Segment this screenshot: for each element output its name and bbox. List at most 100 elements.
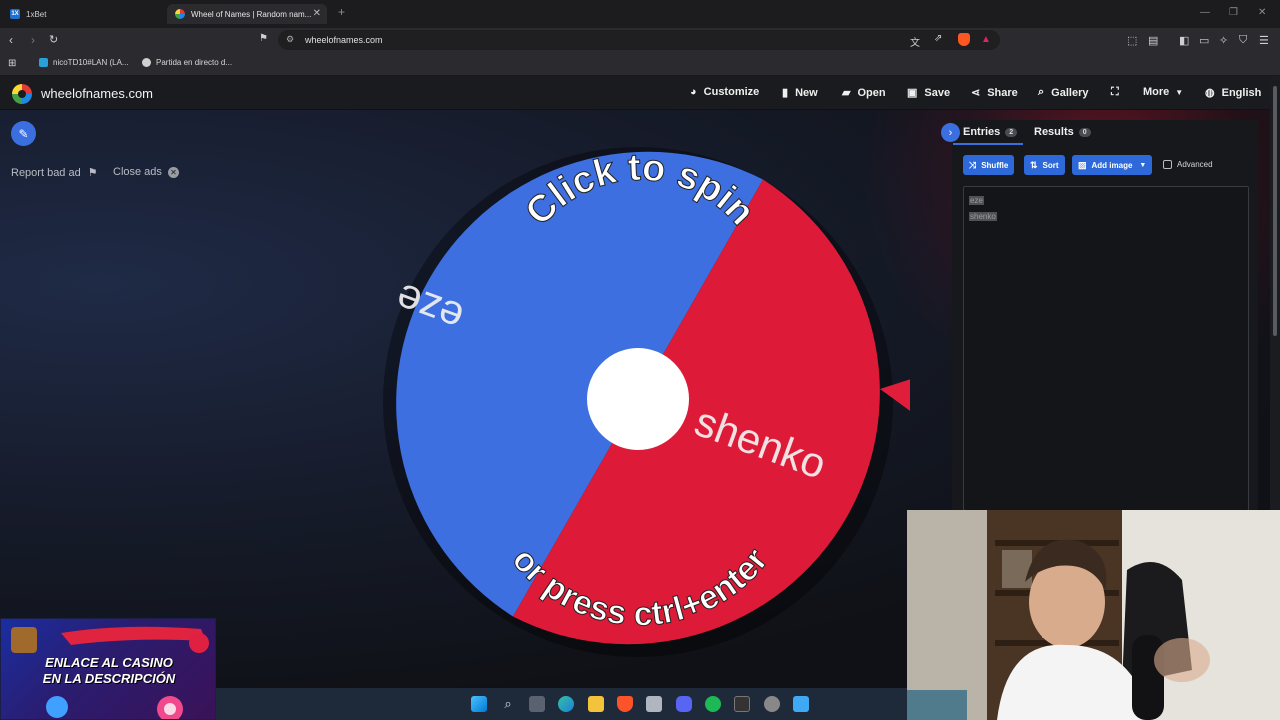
task-view-icon[interactable] (529, 696, 545, 712)
sort-label: Sort (1042, 160, 1059, 170)
new-tab-icon[interactable]: + (338, 5, 345, 19)
close-ads-label: Close ads (113, 166, 162, 178)
bookmark-item[interactable]: Partida en directo d... (142, 58, 232, 67)
forward-icon[interactable]: › (31, 33, 35, 47)
wallet-icon[interactable]: ▭ (1199, 34, 1209, 47)
share-label: Share (987, 86, 1018, 99)
ai-icon[interactable]: ✧ (1219, 34, 1228, 47)
extensions-icon[interactable]: ⬚ (1127, 34, 1137, 47)
results-count-badge: 0 (1078, 127, 1091, 137)
share-icon: ⋖ (971, 87, 981, 99)
results-tab-label: Results (1034, 126, 1074, 138)
vpn-icon[interactable]: ⛉ (1239, 34, 1247, 47)
logo-icon[interactable] (12, 84, 32, 104)
entry-line: shenko (969, 212, 997, 221)
save-label: Save (924, 86, 951, 99)
language-button[interactable]: ◍ English (1205, 86, 1261, 100)
caret-down-icon: ▼ (1139, 161, 1147, 169)
file-icon: ▮ (782, 87, 789, 99)
settings-icon[interactable] (764, 696, 780, 712)
gallery-button[interactable]: ⌕ Gallery (1038, 86, 1088, 99)
brave-icon[interactable] (617, 696, 633, 712)
terminal-icon[interactable] (734, 696, 750, 712)
entries-textarea[interactable] (963, 186, 1249, 511)
brave-shield-icon[interactable] (958, 33, 970, 46)
save-button[interactable]: ▣ Save (907, 86, 951, 100)
back-icon[interactable]: ‹ (9, 33, 13, 47)
tab-entries[interactable]: Entries 2 (963, 126, 1018, 138)
scroll-thumb[interactable] (1273, 86, 1277, 336)
apps-grid-icon[interactable]: ⊞ (8, 58, 16, 69)
webcam-overlay (907, 510, 1280, 720)
reload-icon[interactable]: ↻ (49, 33, 58, 46)
gallery-label: Gallery (1051, 86, 1089, 99)
open-button[interactable]: ▰ Open (842, 86, 886, 100)
discord-icon[interactable] (676, 696, 692, 712)
l-favicon-icon (39, 58, 48, 67)
share-button[interactable]: ⋖ Share (971, 86, 1018, 100)
flag-icon: ⚑ (87, 167, 98, 179)
shuffle-button[interactable]: ⤨ Shuffle (963, 155, 1015, 175)
casino-ad-overlay[interactable]: ENLACE AL CASINO EN LA DESCRIPCIÓN (0, 618, 216, 720)
sort-button[interactable]: ⇅ Sort (1024, 155, 1065, 175)
search-icon[interactable]: ⌕ (500, 696, 516, 712)
report-bad-ad-link[interactable]: Report bad ad ⚑ (11, 166, 98, 179)
globe-icon: ◍ (1205, 87, 1215, 99)
new-button[interactable]: ▮ New (782, 86, 818, 100)
menu-icon[interactable]: ☰ (1259, 34, 1269, 47)
more-label: More (1143, 86, 1170, 98)
sort-icon: ⇅ (1030, 159, 1038, 170)
url-text: wheelofnames.com (305, 35, 383, 45)
casino-ad-line2: EN LA DESCRIPCIÓN (42, 671, 176, 686)
tab-wheel-of-names[interactable]: Wheel of Names | Random nam... ✕ (167, 4, 327, 24)
logo-text[interactable]: wheelofnames.com (41, 86, 153, 101)
bookmark-icon[interactable]: ⚑ (259, 33, 268, 44)
tab-label: Wheel of Names | Random nam... (191, 9, 312, 19)
sidebar-icon[interactable]: ◧ (1179, 34, 1189, 47)
entries-count-badge: 2 (1005, 127, 1018, 137)
advanced-checkbox[interactable] (1163, 160, 1172, 169)
bookmark-label: Partida en directo d... (156, 58, 233, 67)
search-icon: ⌕ (1038, 86, 1045, 98)
site-header: wheelofnames.com ◕ Customize ▮ New ▰ Ope… (0, 76, 1270, 110)
add-image-label: Add image (1091, 160, 1133, 170)
shuffle-label: Shuffle (981, 160, 1009, 170)
folder-open-icon: ▰ (842, 87, 851, 99)
windows-start-icon[interactable] (471, 696, 487, 712)
maximize-icon[interactable]: ❐ (1229, 7, 1238, 18)
notepad-icon[interactable] (793, 696, 809, 712)
tab-1xbet[interactable]: 1X 1xBet (2, 4, 162, 24)
edit-button[interactable]: ✎ (11, 121, 36, 146)
minimize-icon[interactable]: — (1200, 7, 1210, 18)
tab-label: 1xBet (26, 9, 47, 19)
entry-line: eze (969, 196, 984, 205)
bookmark-item[interactable]: nicoTD10#LAN (LA... (39, 58, 129, 67)
add-image-button[interactable]: ▨ Add image ▼ (1072, 155, 1153, 175)
rewards-icon[interactable]: ▲ (981, 34, 991, 45)
wheel[interactable]: eze shenko Click to spin or press ctrl+e… (370, 130, 910, 670)
wheel-center[interactable] (587, 348, 689, 450)
fullscreen-button[interactable]: ⛶ (1111, 86, 1119, 99)
collapse-panel-button[interactable]: › (941, 123, 960, 142)
tab-search-icon[interactable]: ▤ (1148, 34, 1158, 47)
translate-icon[interactable]: 文 (910, 34, 920, 49)
url-bar[interactable]: ⚙ wheelofnames.com 文 ⇗ ▲ (278, 30, 1000, 50)
edge-icon[interactable] (558, 696, 574, 712)
more-button[interactable]: More ▼ (1143, 86, 1183, 98)
file-explorer-icon[interactable] (588, 696, 604, 712)
close-window-icon[interactable]: ✕ (1258, 7, 1266, 18)
report-ad-label: Report bad ad (11, 167, 81, 179)
spotify-icon[interactable] (705, 696, 721, 712)
1xbet-favicon-icon: 1X (10, 9, 20, 19)
store-icon[interactable] (646, 696, 662, 712)
image-icon: ▨ (1078, 159, 1087, 170)
palette-icon: ◕ (690, 86, 697, 98)
customize-label: Customize (703, 86, 760, 98)
share-page-icon[interactable]: ⇗ (934, 33, 942, 44)
close-tab-icon[interactable]: ✕ (313, 8, 321, 19)
active-tab-indicator (953, 143, 1023, 145)
close-ads-link[interactable]: Close ads ✕ (113, 166, 179, 178)
site-info-icon[interactable]: ⚙ (286, 34, 294, 45)
tab-results[interactable]: Results 0 (1034, 126, 1091, 138)
customize-button[interactable]: ◕ Customize (690, 86, 759, 98)
